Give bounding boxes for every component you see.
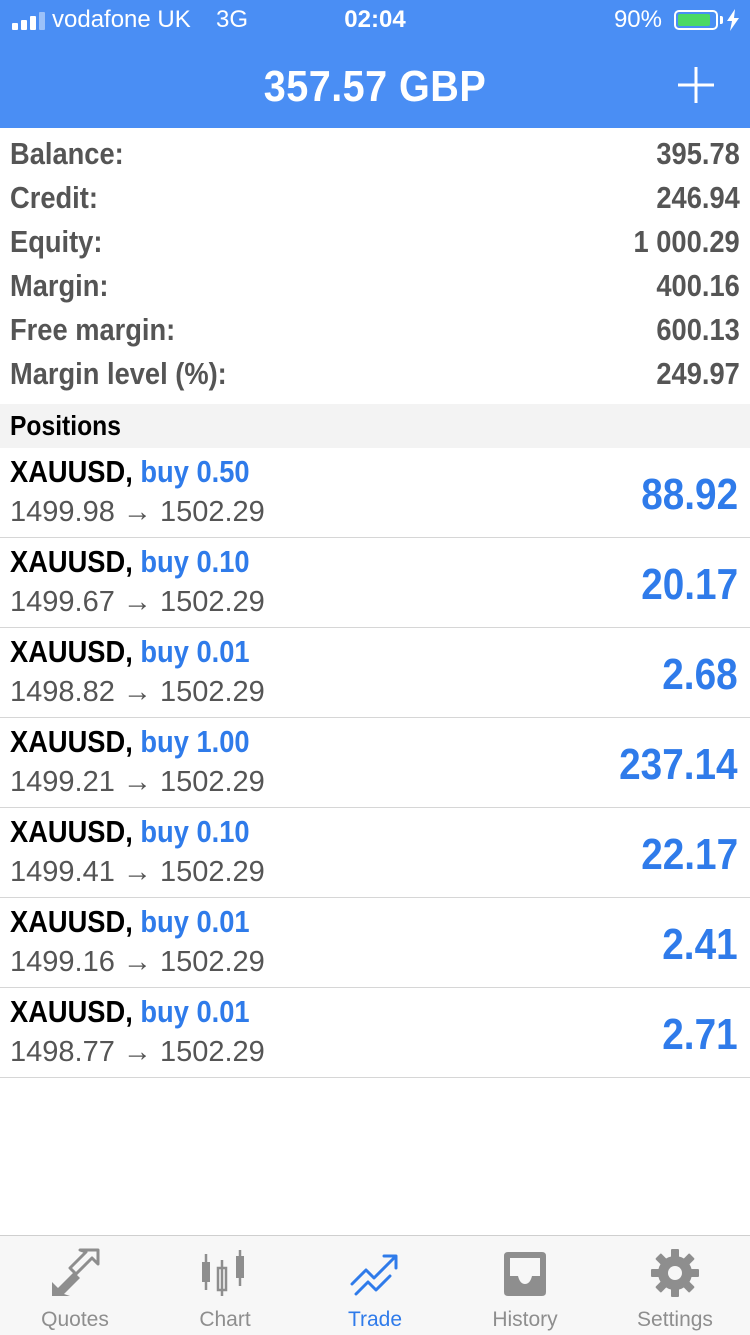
position-side: buy 0.10: [140, 814, 250, 849]
quotes-arrows-icon: [52, 1248, 100, 1296]
position-side: buy 1.00: [140, 724, 250, 759]
tab-label: Quotes: [41, 1308, 109, 1331]
summary-value: 249.97: [656, 356, 740, 391]
tab-chart[interactable]: Chart: [150, 1236, 300, 1335]
position-profit: 2.71: [662, 1010, 738, 1059]
account-summary: Balance: 395.78 Credit: 246.94 Equity: 1…: [0, 132, 750, 396]
tab-label: Trade: [347, 1308, 403, 1331]
position-symbol: XAUUSD,: [10, 454, 133, 489]
position-prices: 1499.41 → 1502.29: [10, 856, 265, 888]
position-symbol: XAUUSD,: [10, 634, 133, 669]
position-prices: 1499.67 → 1502.29: [10, 586, 265, 618]
position-symbol: XAUUSD,: [10, 994, 133, 1029]
position-side: buy 0.10: [140, 544, 250, 579]
tab-quotes[interactable]: Quotes: [0, 1236, 150, 1335]
summary-value: 395.78: [656, 136, 740, 171]
position-row[interactable]: XAUUSD, buy 0.10 1499.67 → 1502.29 20.17: [0, 538, 750, 628]
battery-tip: [720, 16, 723, 24]
summary-value: 246.94: [656, 180, 740, 215]
tab-history[interactable]: History: [450, 1236, 600, 1335]
position-symbol: XAUUSD,: [10, 544, 133, 579]
summary-value: 1 000.29: [633, 224, 740, 259]
summary-row-free-margin: Free margin: 600.13: [0, 308, 750, 352]
position-side: buy 0.01: [140, 904, 250, 939]
position-profit: 22.17: [641, 830, 738, 879]
inbox-tray-icon: [504, 1252, 546, 1296]
summary-row-margin-level: Margin level (%): 249.97: [0, 352, 750, 396]
summary-label: Free margin:: [10, 312, 176, 347]
charging-bolt-icon: [727, 9, 739, 31]
position-side: buy 0.01: [140, 994, 250, 1029]
position-row[interactable]: XAUUSD, buy 0.01 1498.77 → 1502.29 2.71: [0, 988, 750, 1078]
position-side: buy 0.01: [140, 634, 250, 669]
summary-label: Balance:: [10, 136, 124, 171]
positions-title: Positions: [10, 410, 121, 441]
summary-row-equity: Equity: 1 000.29: [0, 220, 750, 264]
gear-icon: [651, 1249, 699, 1297]
position-prices: 1499.16 → 1502.29: [10, 946, 265, 978]
battery-icon: [674, 10, 718, 30]
tab-label: History: [492, 1308, 558, 1331]
position-side: buy 0.50: [140, 454, 250, 489]
plus-icon[interactable]: [678, 67, 714, 103]
position-prices: 1499.98 → 1502.29: [10, 496, 265, 528]
position-profit: 88.92: [641, 470, 738, 519]
position-row[interactable]: XAUUSD, buy 0.01 1498.82 → 1502.29 2.68: [0, 628, 750, 718]
summary-label: Credit:: [10, 180, 98, 215]
position-row[interactable]: XAUUSD, buy 0.10 1499.41 → 1502.29 22.17: [0, 808, 750, 898]
tab-bar: Quotes Chart Trade History Settings: [0, 1235, 750, 1335]
summary-label: Margin level (%):: [10, 356, 227, 391]
app-header: vodafone UK 3G 02:04 90% 357.57 GBP: [0, 0, 750, 128]
status-bar: vodafone UK 3G 02:04 90%: [0, 0, 750, 40]
positions-section-header: Positions: [0, 404, 750, 448]
battery-percent: 90%: [613, 6, 662, 33]
tab-settings[interactable]: Settings: [600, 1236, 750, 1335]
equity-title: 357.57 GBP: [263, 62, 487, 111]
summary-row-credit: Credit: 246.94: [0, 176, 750, 220]
summary-row-margin: Margin: 400.16: [0, 264, 750, 308]
candlestick-chart-icon: [202, 1250, 244, 1296]
position-profit: 237.14: [619, 740, 738, 789]
summary-label: Equity:: [10, 224, 103, 259]
summary-value: 600.13: [656, 312, 740, 347]
position-profit: 2.41: [662, 920, 738, 969]
position-profit: 20.17: [641, 560, 738, 609]
tab-label: Chart: [199, 1308, 251, 1331]
position-row[interactable]: XAUUSD, buy 0.50 1499.98 → 1502.29 88.92: [0, 448, 750, 538]
position-symbol: XAUUSD,: [10, 904, 133, 939]
trade-trend-icon: [350, 1254, 398, 1296]
summary-label: Margin:: [10, 268, 109, 303]
position-profit: 2.68: [662, 650, 738, 699]
summary-value: 400.16: [656, 268, 740, 303]
tab-label: Settings: [637, 1308, 713, 1331]
position-row[interactable]: XAUUSD, buy 0.01 1499.16 → 1502.29 2.41: [0, 898, 750, 988]
position-row[interactable]: XAUUSD, buy 1.00 1499.21 → 1502.29 237.1…: [0, 718, 750, 808]
summary-row-balance: Balance: 395.78: [0, 132, 750, 176]
tab-trade[interactable]: Trade: [300, 1236, 450, 1335]
position-prices: 1499.21 → 1502.29: [10, 766, 265, 798]
position-prices: 1498.77 → 1502.29: [10, 1036, 265, 1068]
position-prices: 1498.82 → 1502.29: [10, 676, 265, 708]
position-symbol: XAUUSD,: [10, 724, 133, 759]
positions-list: XAUUSD, buy 0.50 1499.98 → 1502.29 88.92…: [0, 448, 750, 1078]
position-symbol: XAUUSD,: [10, 814, 133, 849]
